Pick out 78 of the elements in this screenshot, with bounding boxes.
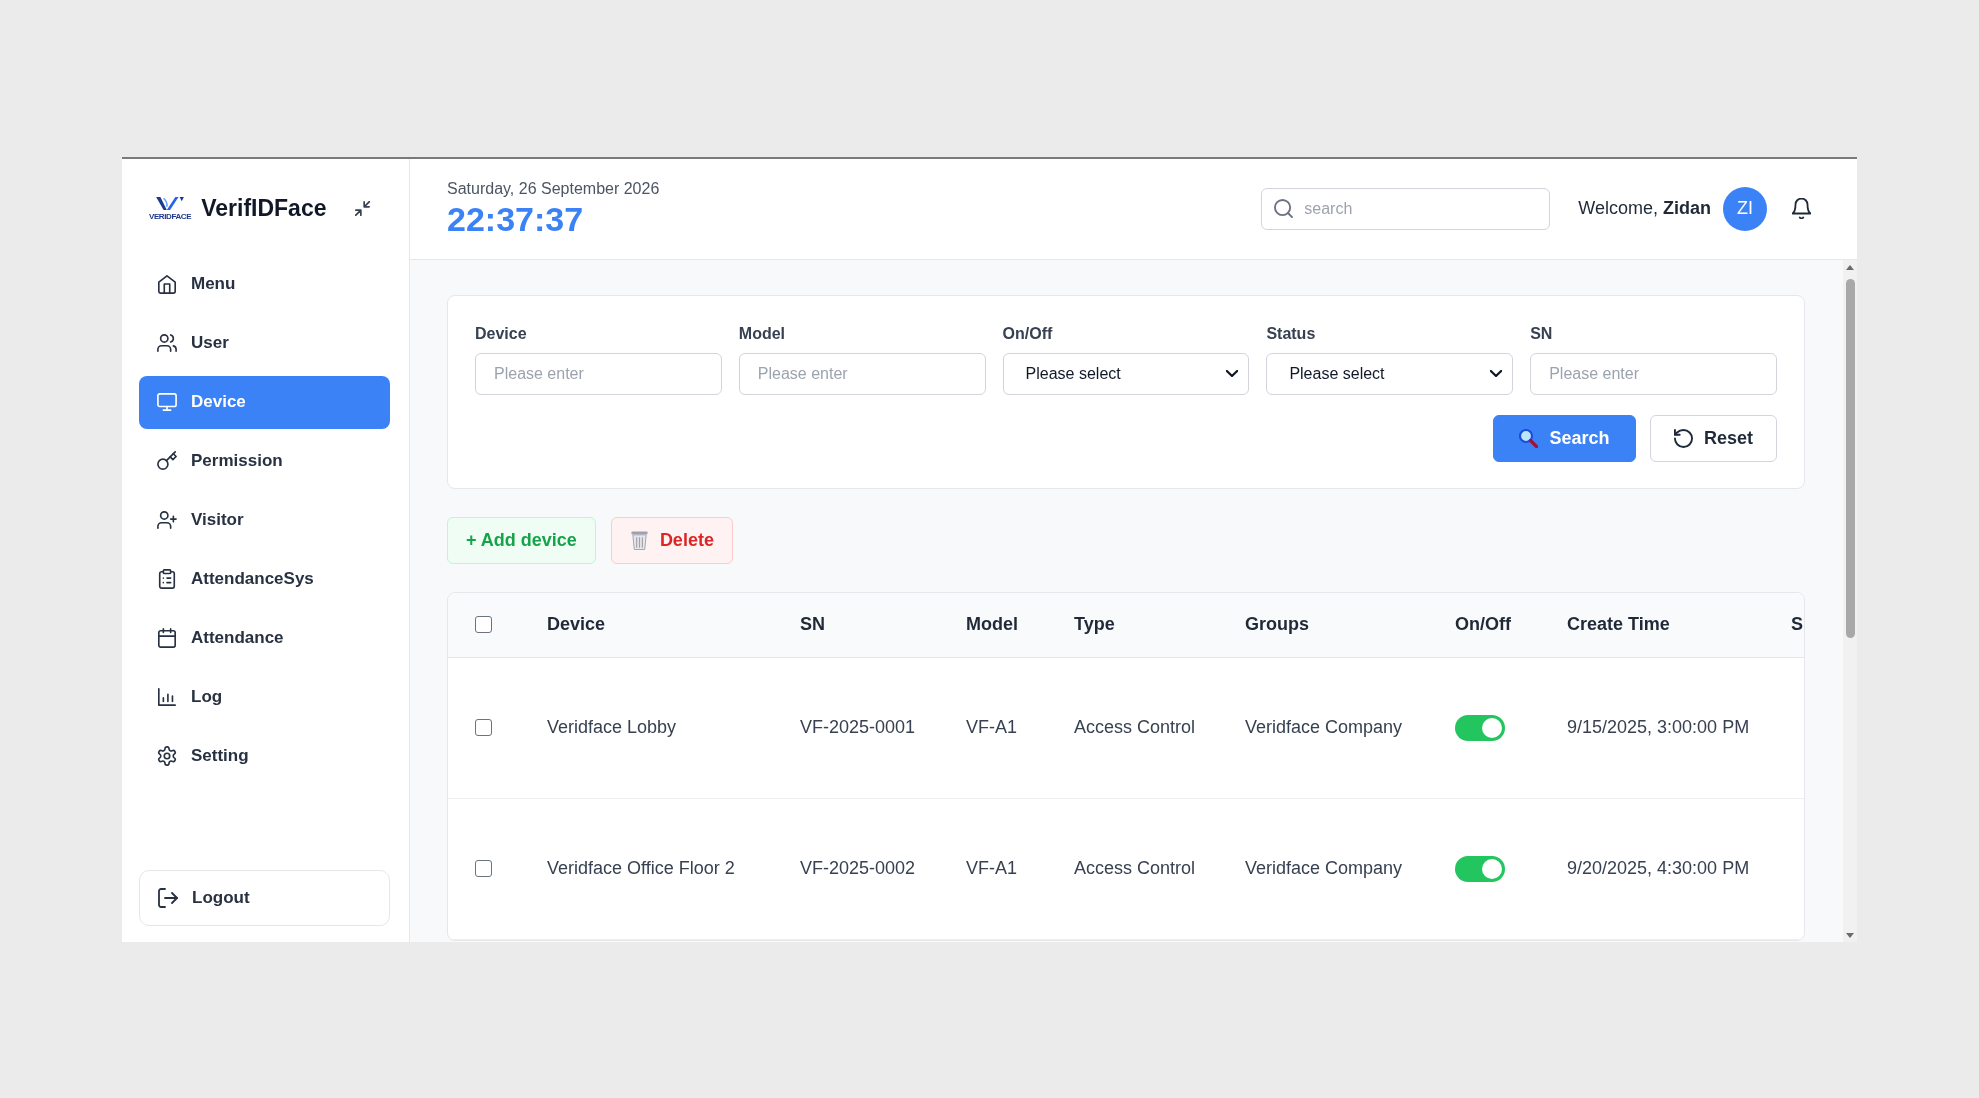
date-text: Saturday, 26 September 2026 bbox=[447, 179, 660, 198]
sidebar-item[interactable]: Log bbox=[139, 670, 390, 724]
collapse-icon[interactable] bbox=[355, 200, 370, 216]
checkbox[interactable] bbox=[475, 860, 492, 877]
trash-icon bbox=[629, 530, 649, 550]
column-header: Type bbox=[1074, 614, 1115, 635]
reset-button[interactable]: Reset bbox=[1650, 414, 1777, 462]
checkbox[interactable] bbox=[475, 616, 492, 633]
logo-mark-icon bbox=[154, 195, 187, 211]
table-cell: VF-A1 bbox=[966, 717, 1017, 738]
table-cell: Veridface Office Floor 2 bbox=[547, 858, 735, 879]
scroll-up-icon[interactable] bbox=[1846, 264, 1854, 270]
column-header: SN bbox=[800, 614, 825, 635]
scrollbar-thumb[interactable] bbox=[1845, 278, 1855, 638]
sidebar-item[interactable]: Visitor bbox=[139, 493, 390, 547]
text-field[interactable]: Please enter bbox=[475, 352, 722, 395]
sidebar-item[interactable]: Setting bbox=[139, 729, 390, 783]
table-cell: Veridface Lobby bbox=[547, 717, 677, 738]
avatar[interactable]: ZI bbox=[1723, 186, 1767, 231]
table-cell: VF-A1 bbox=[966, 858, 1017, 879]
dropdown[interactable]: Please select bbox=[1002, 352, 1250, 395]
field-label: On/Off bbox=[1002, 324, 1054, 343]
search-field[interactable]: search bbox=[1261, 187, 1551, 230]
field-label: SN bbox=[1530, 324, 1554, 343]
field-label: Status bbox=[1266, 324, 1317, 343]
sidebar-item[interactable]: Device bbox=[139, 375, 390, 429]
delete-button[interactable]: Delete bbox=[610, 516, 733, 564]
welcome-text: Welcome, Zidan bbox=[1578, 198, 1711, 219]
chevron-down-icon bbox=[1490, 370, 1503, 377]
bar-chart-icon bbox=[157, 687, 177, 707]
field-label: Model bbox=[738, 324, 786, 343]
sidebar-item[interactable]: AttendanceSys bbox=[139, 552, 390, 606]
scrollbar[interactable] bbox=[1843, 259, 1857, 942]
checkbox[interactable] bbox=[475, 719, 492, 736]
logout-icon bbox=[158, 887, 178, 908]
table-cell: VF-2025-0002 bbox=[800, 858, 916, 879]
calendar-icon bbox=[157, 628, 177, 648]
search-icon bbox=[1519, 428, 1539, 448]
toggle-switch[interactable] bbox=[1455, 855, 1505, 882]
home-icon bbox=[157, 274, 177, 294]
logout-button[interactable]: Logout bbox=[139, 869, 390, 926]
sidebar-item[interactable]: Menu bbox=[139, 257, 390, 311]
clipboard-icon bbox=[157, 569, 177, 589]
sidebar-item[interactable]: Permission bbox=[139, 434, 390, 488]
logo-caption: VERIDFACE bbox=[149, 211, 192, 221]
text-field[interactable]: Please enter bbox=[1530, 352, 1777, 395]
bell-icon[interactable] bbox=[1792, 198, 1811, 219]
user-plus-icon bbox=[157, 510, 177, 530]
column-header: Create Time bbox=[1567, 614, 1670, 635]
table-cell: Access Control bbox=[1074, 717, 1196, 738]
monitor-icon bbox=[157, 392, 177, 412]
key-icon bbox=[157, 451, 177, 471]
rotate-icon bbox=[1674, 428, 1693, 448]
scroll-down-icon[interactable] bbox=[1846, 932, 1854, 938]
search-icon bbox=[1274, 198, 1294, 218]
table-cell: Access Control bbox=[1074, 858, 1196, 879]
users-icon bbox=[157, 333, 177, 353]
toggle-switch[interactable] bbox=[1455, 714, 1505, 741]
sidebar-item[interactable]: Attendance bbox=[139, 611, 390, 665]
table-cell: Veridface Company bbox=[1245, 858, 1403, 879]
sidebar-item[interactable]: User bbox=[139, 316, 390, 370]
table-cell: 9/15/2025, 3:00:00 PM bbox=[1567, 717, 1750, 738]
app-name: VerifIDFace bbox=[201, 194, 327, 222]
dropdown[interactable]: Please select bbox=[1266, 352, 1514, 395]
column-header: Device bbox=[547, 614, 606, 635]
table-cell: 9/20/2025, 4:30:00 PM bbox=[1567, 858, 1750, 879]
chevron-down-icon bbox=[1226, 370, 1239, 377]
table-cell: VF-2025-0001 bbox=[800, 717, 916, 738]
field-label: Device bbox=[475, 324, 528, 343]
table-cell: Veridface Company bbox=[1245, 717, 1403, 738]
search-button[interactable]: Search bbox=[1493, 414, 1636, 462]
gear-icon bbox=[157, 746, 177, 766]
column-header: Model bbox=[966, 614, 1018, 635]
column-header: Groups bbox=[1245, 614, 1309, 635]
column-header: On/Off bbox=[1455, 614, 1511, 635]
clock-time: 22:37:37 bbox=[447, 199, 585, 238]
column-header: S bbox=[1791, 614, 1803, 635]
text-field[interactable]: Please enter bbox=[738, 352, 986, 395]
